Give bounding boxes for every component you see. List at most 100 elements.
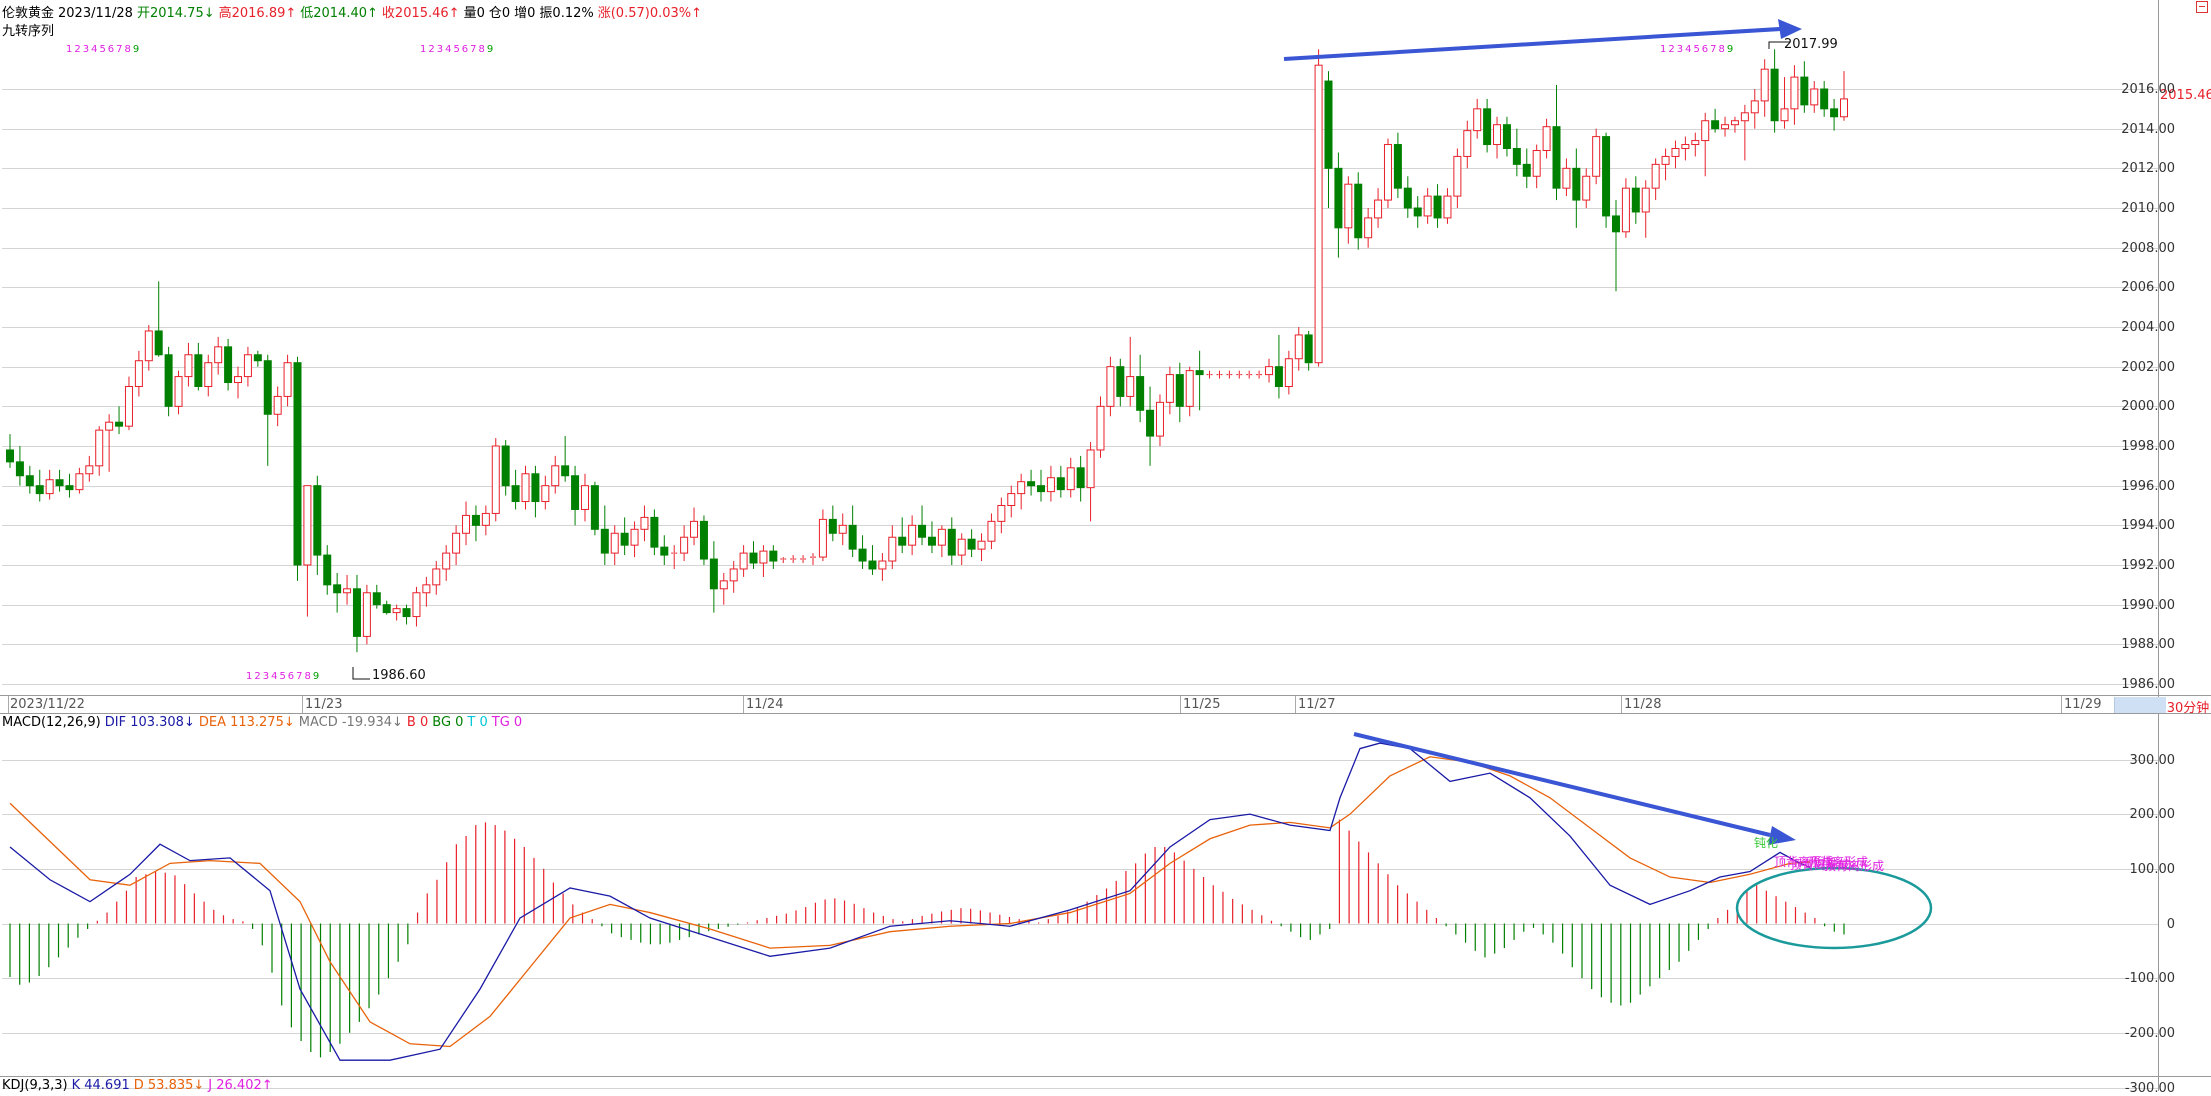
candle-up <box>1185 370 1194 407</box>
candle-up <box>1463 130 1472 157</box>
candle-down <box>1403 187 1412 209</box>
candle-down <box>293 362 302 566</box>
candle-up <box>888 536 897 562</box>
candle-down <box>1195 370 1204 376</box>
dif-value: DIF 103.308↓ <box>104 715 195 730</box>
price-tick-label: 1994.00 <box>2121 517 2175 533</box>
candle-down <box>1393 144 1402 189</box>
price-tick-label: 1990.00 <box>2121 597 2175 613</box>
candle-up <box>1721 124 1730 130</box>
candle-up <box>184 354 193 378</box>
candle-down <box>1552 126 1561 189</box>
candles <box>6 49 1848 653</box>
candle-down <box>1820 88 1829 110</box>
candle-up <box>1066 467 1075 491</box>
candle-down <box>1611 215 1620 233</box>
candle-up <box>690 520 699 538</box>
candle-up <box>1621 187 1630 233</box>
divergence-signal-label: 顶背离形成 <box>1824 859 1885 873</box>
candle-up <box>878 560 887 570</box>
candle-up <box>124 386 133 427</box>
candle-down <box>1354 183 1363 239</box>
candle-up <box>1701 120 1710 142</box>
candle-down <box>372 592 381 606</box>
candle-up <box>362 592 371 637</box>
candle-down <box>1324 80 1333 169</box>
macd-tick-label: 100.00 <box>2129 861 2176 877</box>
candle-up <box>412 592 421 618</box>
candle-down <box>253 354 262 362</box>
macd-trend-arrow-line <box>1353 732 1771 837</box>
low-price-note: 1986.60 <box>372 668 426 683</box>
candle-up <box>1314 64 1323 364</box>
candle-up <box>144 330 153 362</box>
macd-tick-label: -200.00 <box>2124 1025 2175 1041</box>
candle-up <box>1453 155 1462 197</box>
candle-up <box>1810 88 1819 106</box>
candle-down <box>1116 366 1125 397</box>
candle-down <box>571 475 580 510</box>
date-label: 11/23 <box>305 697 343 712</box>
candle-up <box>422 584 431 594</box>
date-label: 2023/11/22 <box>10 697 85 712</box>
b-value: B 0 <box>406 715 429 730</box>
candle-up <box>1760 68 1769 102</box>
price-tick-label: 2000.00 <box>2121 398 2175 414</box>
candle-up <box>1423 195 1432 217</box>
candle-up <box>1106 366 1115 407</box>
candle-up <box>1165 374 1174 403</box>
candle-up <box>977 540 986 550</box>
candle-down <box>967 538 976 550</box>
date-label: 11/27 <box>1298 697 1336 712</box>
candle-up <box>1096 405 1105 451</box>
quote-date: 2023/11/28 <box>58 6 133 21</box>
blunt-signal-label: 钝化 <box>1754 836 1779 850</box>
candle-up <box>243 354 252 378</box>
candle-up <box>580 485 589 510</box>
candle-down <box>1146 409 1155 437</box>
candle-down <box>1631 187 1640 213</box>
candle-up <box>392 608 401 614</box>
price-tick-label: 2006.00 <box>2121 279 2175 295</box>
candle-up <box>1562 167 1571 189</box>
minimize-icon[interactable] <box>2196 1 2208 13</box>
candle-down <box>1800 76 1809 106</box>
candle-up <box>1651 163 1660 189</box>
scroll-thumb[interactable] <box>2114 697 2167 713</box>
candle-up <box>1641 187 1650 213</box>
candle-up <box>680 536 689 554</box>
candle-up <box>1750 100 1759 114</box>
candle-down <box>769 550 778 562</box>
candle-up <box>729 568 738 582</box>
increase-value: 增0 <box>514 6 536 21</box>
candle-down <box>600 528 609 554</box>
candle-up <box>1691 140 1700 146</box>
candle-down <box>868 560 877 570</box>
candle-down <box>947 528 956 556</box>
candle-up <box>432 568 441 586</box>
price-tick-label: 2012.00 <box>2121 160 2175 176</box>
date-label: 11/29 <box>2064 697 2102 712</box>
candle-up <box>937 528 946 546</box>
candle-down <box>501 445 510 487</box>
candle-up <box>1007 493 1016 507</box>
price-tick-label: 2002.00 <box>2121 359 2175 375</box>
period-selector[interactable]: 30分钟 <box>2166 697 2210 716</box>
candle-up <box>343 588 352 594</box>
nine-sequence-marker: 123456789 <box>420 44 496 55</box>
candle-down <box>164 354 173 407</box>
candle-down <box>55 479 64 487</box>
candle-down <box>918 524 927 538</box>
quote-header: 伦敦黄金 2023/11/28 开2014.75↓ 高2016.89↑ 低2014.40… <box>2 2 706 21</box>
macd-tick-label: 0 <box>2166 916 2175 932</box>
candle-down <box>858 548 867 562</box>
candle-up <box>957 538 966 556</box>
candle-down <box>115 421 124 427</box>
candle-up <box>1374 199 1383 219</box>
candle-down <box>620 532 629 546</box>
candle-down <box>1502 124 1511 149</box>
candle-up <box>908 524 917 546</box>
price-tick-label: 2014.00 <box>2121 121 2175 137</box>
candle-up <box>838 524 847 534</box>
trend-arrowhead <box>1778 19 1802 39</box>
